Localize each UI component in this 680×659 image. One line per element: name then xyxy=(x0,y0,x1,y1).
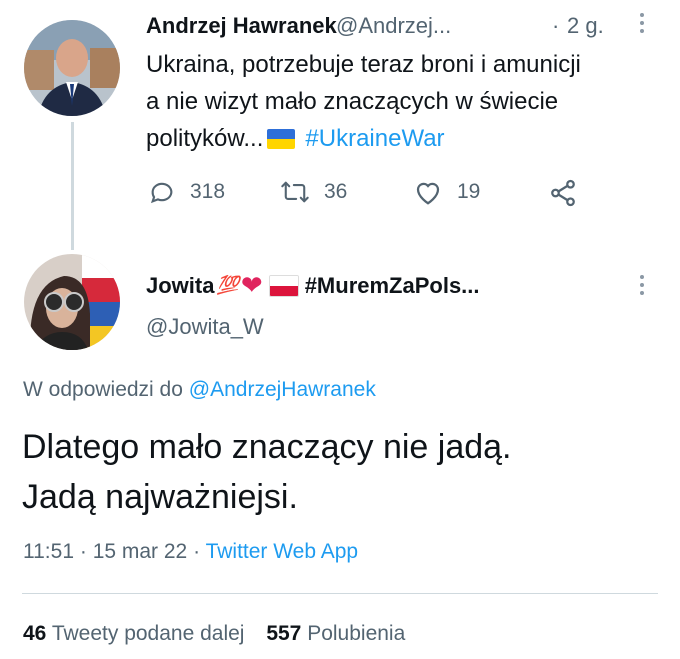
likes-stat-count: 557 xyxy=(266,622,302,645)
reply-tweet-text: Dlatego mało znaczący nie jadą. Jadą naj… xyxy=(22,422,512,522)
like-count: 19 xyxy=(457,180,481,203)
divider xyxy=(22,593,658,594)
tweet-text-line: polityków... #UkraineWar xyxy=(146,120,666,157)
tweet-text-line: a nie wizyt mało znaczących w świecie xyxy=(146,88,559,115)
likes-stat-label: Polubienia xyxy=(307,622,406,645)
more-dots-icon[interactable] xyxy=(640,275,644,295)
author-handle[interactable]: @Andrzej... xyxy=(336,13,451,39)
heart-icon xyxy=(416,182,440,205)
replying-to: W odpowiedzi do @AndrzejHawranek xyxy=(23,378,376,402)
red-heart-icon: ❤ xyxy=(240,270,263,300)
tweet-text-prefix: polityków... xyxy=(146,125,264,152)
reply-text-line: Jadą najważniejsi. xyxy=(22,478,298,516)
retweet-icon xyxy=(281,181,309,203)
reply-count: 318 xyxy=(190,180,226,203)
reply-author-name[interactable]: Jowita 💯 ❤ #MuremZaPols... xyxy=(146,270,480,301)
tweet-date[interactable]: 15 mar 22 xyxy=(93,540,188,563)
retweet-count: 36 xyxy=(324,180,348,203)
tweet-text-line: Ukraina, potrzebuje teraz broni i amunic… xyxy=(146,51,581,78)
replying-to-handle[interactable]: @AndrzejHawranek xyxy=(189,378,376,401)
likes-stat[interactable]: 557 Polubienia xyxy=(266,622,405,645)
like-action[interactable]: 19 xyxy=(413,178,480,206)
reply-author-handle[interactable]: @Jowita_W xyxy=(146,314,264,340)
meta-separator: · xyxy=(193,540,201,563)
hashtag-link[interactable]: #UkraineWar xyxy=(305,120,444,157)
hundred-points-icon: 💯 xyxy=(216,275,239,295)
retweets-stat-count: 46 xyxy=(23,622,47,645)
tweet-metadata: 11:51 · 15 mar 22 · Twitter Web App xyxy=(23,540,358,564)
replying-to-label: W odpowiedzi do xyxy=(23,378,183,401)
tweet-source-link[interactable]: Twitter Web App xyxy=(206,540,359,563)
more-dots-icon[interactable] xyxy=(640,13,644,33)
reply-author-hashtag: #MuremZaPols... xyxy=(304,272,480,298)
tweet-time[interactable]: 2 g. xyxy=(567,13,604,39)
tweet-time[interactable]: 11:51 xyxy=(23,540,74,563)
retweets-stat[interactable]: 46 Tweety podane dalej xyxy=(23,622,250,645)
comment-icon xyxy=(150,182,173,204)
thread-connector-line xyxy=(71,122,74,250)
poland-flag-icon xyxy=(268,274,299,297)
ukraine-flag-icon xyxy=(267,128,296,149)
tweet-text: Ukraina, potrzebuje teraz broni i amunic… xyxy=(146,46,666,157)
time-separator: · xyxy=(552,13,560,38)
share-button[interactable] xyxy=(548,178,578,213)
avatar-andrzej[interactable] xyxy=(24,20,120,116)
meta-separator: · xyxy=(79,540,87,563)
reply-action[interactable]: 318 xyxy=(148,178,225,206)
retweets-stat-label: Tweety podane dalej xyxy=(51,622,245,645)
retweet-action[interactable]: 36 xyxy=(280,178,347,206)
share-icon xyxy=(551,179,575,207)
avatar-jowita[interactable] xyxy=(24,254,120,350)
reply-author-name-text: Jowita xyxy=(146,272,215,298)
engagement-stats: 46 Tweety podane dalej 557 Polubienia xyxy=(23,622,405,646)
author-name[interactable]: Andrzej Hawranek xyxy=(146,13,337,39)
reply-text-line: Dlatego mało znaczący nie jadą. xyxy=(22,428,512,466)
